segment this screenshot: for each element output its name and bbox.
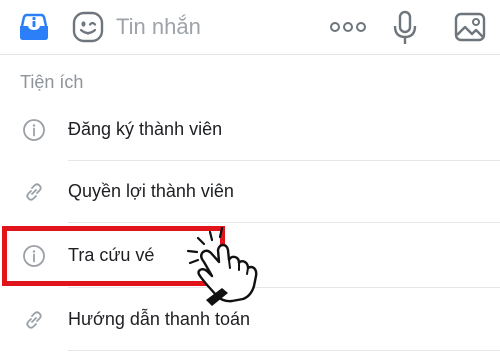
link-icon — [26, 311, 42, 329]
info-icon — [23, 119, 45, 141]
menu-item-dang-ky[interactable]: Đăng ký thành viên — [0, 100, 500, 161]
image-icon[interactable] — [454, 12, 486, 42]
menu-item-quyen-loi[interactable]: Quyền lợi thành viên — [0, 162, 500, 223]
message-input-bar — [0, 0, 500, 55]
sticker-icon[interactable] — [72, 11, 104, 43]
divider — [68, 222, 500, 223]
message-input[interactable] — [116, 12, 316, 42]
divider — [68, 160, 500, 161]
menu-item-label: Hướng dẫn thanh toán — [68, 309, 250, 329]
divider — [68, 287, 500, 288]
menu-item-label: Đăng ký thành viên — [68, 119, 223, 139]
more-icon[interactable] — [330, 20, 366, 34]
link-icon — [26, 183, 42, 201]
inbox-icon[interactable] — [18, 13, 50, 41]
tap-hand-icon — [186, 226, 258, 306]
section-title: Tiện ích — [20, 72, 84, 92]
microphone-icon[interactable] — [392, 10, 418, 46]
divider — [68, 350, 500, 351]
menu-item-label: Quyền lợi thành viên — [68, 181, 234, 201]
